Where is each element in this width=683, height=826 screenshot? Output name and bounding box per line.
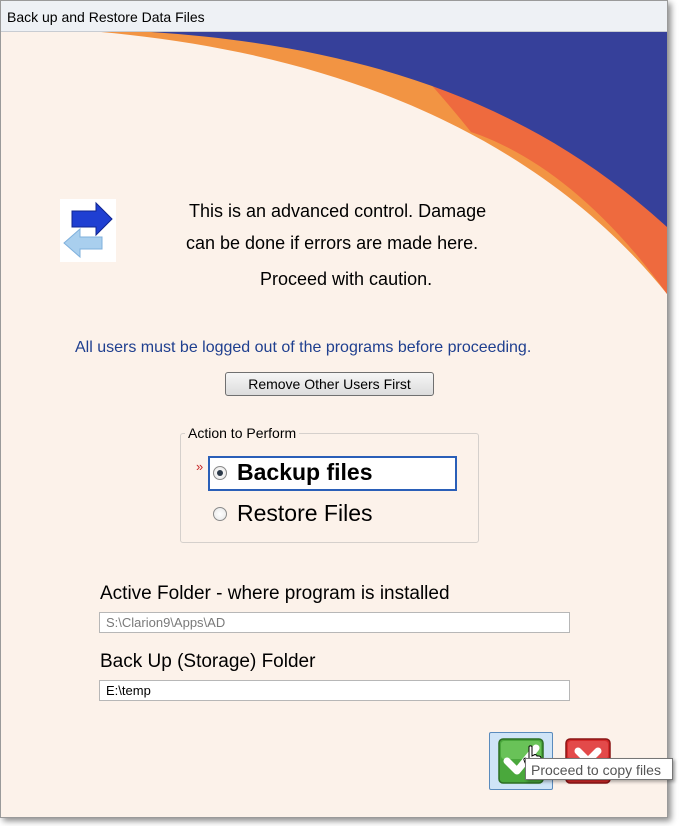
radio-button-unchecked[interactable] (213, 506, 227, 521)
remove-other-users-button[interactable]: Remove Other Users First (225, 372, 434, 396)
double-arrow-icon (60, 199, 116, 262)
radio-label-restore[interactable]: Restore Files (237, 500, 372, 527)
caution-line-1: This is an advanced control. Damage (189, 201, 487, 221)
caution-line-3: Proceed with caution. (260, 269, 433, 289)
radio-backup-files[interactable]: Backup files (213, 459, 373, 486)
backup-folder-label: Back Up (Storage) Folder (100, 651, 316, 672)
radio-button-checked[interactable] (213, 465, 227, 480)
active-folder-field[interactable] (99, 612, 570, 633)
window-title: Back up and Restore Data Files (7, 9, 205, 25)
backup-folder-field[interactable] (99, 680, 570, 701)
logout-note: All users must be logged out of the prog… (75, 339, 532, 356)
radio-restore-files[interactable]: Restore Files (213, 500, 372, 527)
radio-label-backup[interactable]: Backup files (237, 459, 373, 486)
action-group-legend: Action to Perform (185, 425, 300, 441)
dialog-content: This is an advanced control. Damage can … (1, 32, 667, 817)
caution-line-2: can be done if errors are made here. (186, 233, 479, 253)
backup-restore-window: Back up and Restore Data Files This is a… (0, 0, 668, 818)
title-bar[interactable]: Back up and Restore Data Files (1, 1, 667, 32)
tooltip: Proceed to copy files (525, 758, 673, 780)
required-marker: » (196, 459, 204, 474)
active-folder-label: Active Folder - where program is install… (100, 583, 450, 604)
